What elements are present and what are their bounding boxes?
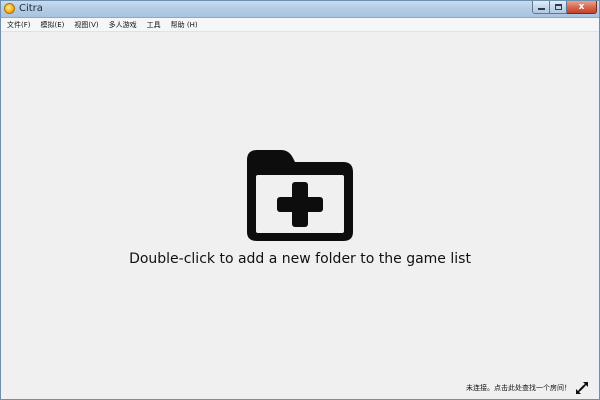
close-icon: x: [578, 1, 585, 12]
menu-multiplayer[interactable]: 多人游戏: [104, 19, 142, 31]
add-folder-icon[interactable]: [245, 148, 355, 243]
menu-bar: 文件(F) 模拟(E) 视图(V) 多人游戏 工具 帮助 (H): [1, 18, 599, 32]
minimize-icon: [537, 8, 545, 10]
citra-window: Citra x 文件(F) 模拟(E) 视图(V) 多人游戏 工具 帮助 (H): [0, 0, 600, 400]
menu-view[interactable]: 视图(V): [69, 19, 103, 31]
window-controls: x: [532, 1, 597, 15]
maximize-button[interactable]: [550, 1, 567, 14]
minimize-button[interactable]: [532, 1, 550, 14]
close-button[interactable]: x: [567, 1, 597, 14]
citra-app-icon[interactable]: [4, 3, 15, 14]
game-list-area[interactable]: Double-click to add a new folder to the …: [1, 32, 599, 379]
title-bar[interactable]: Citra x: [1, 1, 599, 18]
menu-file[interactable]: 文件(F): [1, 19, 36, 31]
maximize-icon: [554, 4, 562, 10]
menu-help[interactable]: 帮助 (H): [166, 19, 203, 31]
status-bar: 未连接。点击此处查找一个房间！: [1, 379, 599, 399]
network-status-text[interactable]: 未连接。点击此处查找一个房间！: [466, 383, 571, 393]
empty-game-list-message[interactable]: Double-click to add a new folder to the …: [1, 250, 599, 268]
window-title: Citra: [19, 3, 43, 14]
network-disconnected-icon[interactable]: [575, 381, 589, 395]
menu-tools[interactable]: 工具: [142, 19, 166, 31]
menu-emulation[interactable]: 模拟(E): [36, 19, 70, 31]
